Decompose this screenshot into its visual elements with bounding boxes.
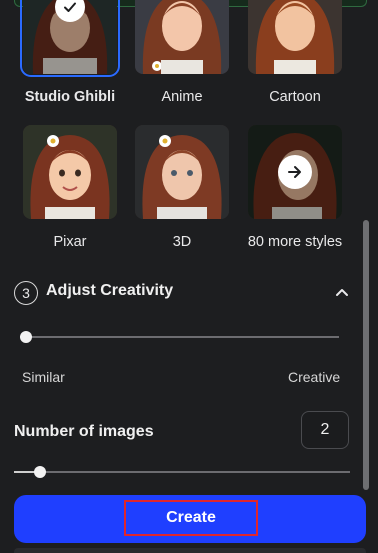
style-thumbnail[interactable] bbox=[135, 125, 229, 219]
style-label: 80 more styles bbox=[247, 234, 343, 250]
next-section-edge bbox=[14, 548, 366, 553]
arrow-right-icon[interactable] bbox=[278, 155, 312, 189]
portrait-image bbox=[135, 0, 229, 74]
chevron-up-icon[interactable] bbox=[334, 284, 350, 300]
slider-track[interactable] bbox=[14, 471, 350, 473]
section-title: Adjust Creativity bbox=[46, 282, 174, 299]
scrollbar-thumb[interactable] bbox=[363, 220, 369, 490]
create-button[interactable]: Create bbox=[14, 495, 366, 543]
portrait-image bbox=[23, 125, 117, 219]
portrait-image bbox=[135, 125, 229, 219]
number-of-images-input[interactable] bbox=[301, 411, 349, 449]
number-of-images-title: Number of images bbox=[14, 423, 154, 440]
step-number: 3 bbox=[14, 281, 38, 305]
creativity-section-header[interactable]: 3 Adjust Creativity bbox=[14, 280, 350, 305]
creative-label: Creative bbox=[288, 369, 341, 385]
slider-knob[interactable] bbox=[20, 331, 32, 343]
create-button-label: Create bbox=[124, 500, 258, 536]
similar-label: Similar bbox=[22, 369, 65, 385]
slider-track[interactable] bbox=[20, 336, 339, 338]
style-label: Cartoon bbox=[269, 89, 321, 105]
slider-knob[interactable] bbox=[34, 466, 47, 478]
style-thumbnail[interactable] bbox=[248, 0, 342, 74]
style-thumbnail[interactable] bbox=[23, 125, 117, 219]
portrait-image bbox=[248, 0, 342, 74]
style-thumbnail[interactable] bbox=[135, 0, 229, 74]
